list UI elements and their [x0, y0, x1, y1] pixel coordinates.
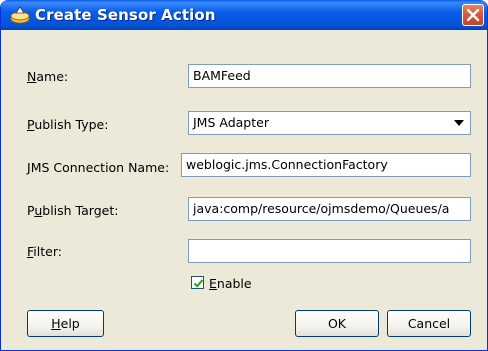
close-icon	[466, 8, 480, 22]
jms-connection-name-input[interactable]: weblogic.jms.ConnectionFactory	[181, 153, 471, 177]
publish-type-value: JMS Adapter	[193, 115, 269, 130]
publish-type-select[interactable]: JMS Adapter	[188, 111, 471, 135]
publish-type-label: Publish Type:	[27, 117, 109, 132]
enable-checkbox[interactable]	[191, 276, 204, 289]
title-bar[interactable]: Create Sensor Action	[1, 0, 487, 30]
close-button[interactable]	[462, 4, 484, 26]
publish-target-input[interactable]: java:comp/resource/ojmsdemo/Queues/a	[188, 197, 471, 221]
filter-label: Filter:	[27, 244, 62, 259]
ok-button[interactable]: OK	[295, 310, 379, 337]
sensor-action-icon	[9, 6, 31, 24]
publish-target-label: Publish Target:	[27, 203, 119, 218]
filter-input[interactable]	[188, 239, 471, 263]
name-label: Name:	[27, 69, 69, 84]
help-button[interactable]: Help	[27, 310, 104, 337]
cancel-button[interactable]: Cancel	[387, 310, 471, 337]
dialog-title: Create Sensor Action	[35, 6, 216, 24]
checkmark-icon	[193, 279, 204, 288]
name-input[interactable]: BAMFeed	[188, 64, 471, 88]
chevron-down-icon[interactable]	[454, 120, 464, 126]
enable-label[interactable]: Enable	[209, 276, 252, 291]
create-sensor-action-dialog: Create Sensor Action Name: BAMFeed Publi…	[0, 0, 488, 351]
jms-connection-name-label: JMS Connection Name:	[27, 160, 170, 175]
